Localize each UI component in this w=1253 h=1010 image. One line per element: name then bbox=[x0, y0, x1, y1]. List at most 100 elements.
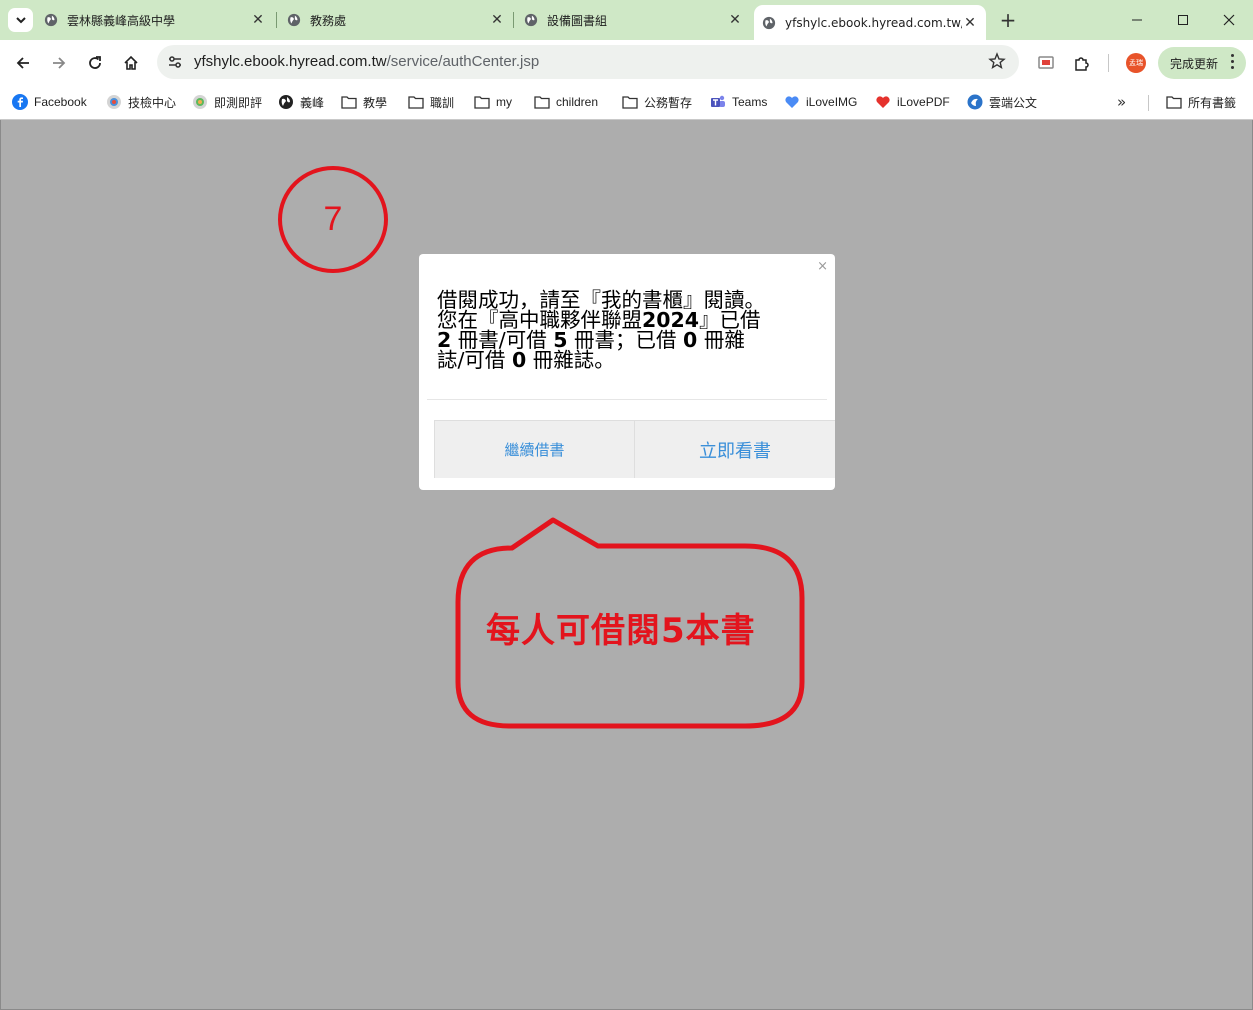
url-path: /service/authCenter.jsp bbox=[386, 53, 540, 70]
tab-search-button[interactable] bbox=[8, 8, 33, 32]
home-icon bbox=[124, 55, 138, 70]
tab-label: 教務處 bbox=[310, 13, 347, 28]
more-menu-icon[interactable] bbox=[1230, 54, 1234, 69]
home-button[interactable] bbox=[119, 51, 143, 75]
tab-strip: 雲林縣義峰高級中學 ✕ 教務處 ✕ 設備圖書組 ✕ yfshylc.ebook.… bbox=[0, 0, 1253, 40]
dialog-close-button[interactable]: × bbox=[817, 259, 828, 274]
step-number-annotation: 7 bbox=[278, 166, 388, 273]
tab-hyread-active[interactable]: yfshylc.ebook.hyread.com.tw/ ✕ bbox=[754, 5, 986, 40]
facebook-icon bbox=[12, 94, 28, 110]
tab-library-section[interactable]: 設備圖書組 ✕ bbox=[524, 6, 743, 34]
tab-divider bbox=[513, 12, 514, 28]
folder-icon bbox=[474, 94, 490, 110]
arrow-left-icon bbox=[16, 57, 29, 69]
bookmarks-overflow-button[interactable]: » bbox=[1117, 93, 1126, 111]
bookmark-all-bookmarks[interactable]: 所有書籤 bbox=[1166, 93, 1236, 111]
close-icon[interactable]: ✕ bbox=[727, 12, 743, 28]
site-icon bbox=[967, 94, 983, 110]
bubble-annotation-text: 每人可借閱5本書 bbox=[486, 611, 756, 651]
bookmark-folder-teaching[interactable]: 教學 bbox=[341, 93, 387, 111]
tab-label: 設備圖書組 bbox=[547, 13, 608, 28]
magazines-text2: 誌/可借 bbox=[437, 348, 512, 372]
close-icon[interactable]: ✕ bbox=[250, 12, 266, 28]
heart-icon bbox=[875, 94, 891, 110]
cast-icon[interactable] bbox=[1035, 52, 1057, 74]
bookmark-folder-official-temp[interactable]: 公務暫存 bbox=[622, 93, 692, 111]
bookmark-label: Teams bbox=[732, 95, 768, 109]
url-host: yfshylc.ebook.hyread.com.tw bbox=[194, 53, 387, 70]
bookmark-label: 即測即評 bbox=[214, 95, 263, 110]
window-border bbox=[0, 0, 1253, 1010]
bookmarks-bar: Facebook 技檢中心 即測即評 義峰 教學 職訓 my children … bbox=[0, 86, 1253, 120]
bookmark-instant-test[interactable]: 即測即評 bbox=[192, 93, 262, 111]
close-window-button[interactable] bbox=[1206, 0, 1252, 40]
back-button[interactable] bbox=[11, 51, 35, 75]
magazines-text3: 冊雜誌。 bbox=[526, 348, 615, 372]
reload-button[interactable] bbox=[83, 51, 107, 75]
globe-icon bbox=[762, 16, 776, 29]
bookmark-iloveimg[interactable]: iLoveIMG bbox=[784, 93, 857, 111]
folder-icon bbox=[341, 94, 357, 110]
bookmark-teams[interactable]: Teams bbox=[710, 93, 767, 111]
dialog-message: 借閱成功，請至『我的書櫃』閱讀。 您在『高中職夥伴聯盟2024』已借 2 冊書/… bbox=[437, 290, 821, 372]
bookmark-folder-training[interactable]: 職訓 bbox=[408, 93, 454, 111]
close-icon bbox=[1223, 14, 1235, 26]
toolbar-divider bbox=[1108, 54, 1109, 72]
bookmark-label: 教學 bbox=[363, 95, 388, 110]
browser-toolbar: yfshylc.ebook.hyread.com.tw/service/auth… bbox=[0, 40, 1253, 86]
dialog-button-bar: 繼續借書 立即看書 bbox=[434, 420, 835, 478]
bookmark-cloud-docs[interactable]: 雲端公文 bbox=[967, 93, 1037, 111]
bookmark-label: 雲端公文 bbox=[989, 95, 1038, 110]
bookmarks-divider bbox=[1148, 95, 1149, 111]
bookmark-label: children bbox=[556, 95, 599, 109]
bookmark-label: 技檢中心 bbox=[128, 95, 177, 110]
bookmark-star-icon[interactable] bbox=[988, 52, 1006, 74]
folder-icon bbox=[1166, 94, 1182, 110]
close-icon[interactable]: ✕ bbox=[962, 15, 978, 31]
url-text[interactable]: yfshylc.ebook.hyread.com.tw/service/auth… bbox=[194, 53, 539, 70]
close-icon[interactable]: ✕ bbox=[489, 12, 505, 28]
continue-borrowing-button[interactable]: 繼續借書 bbox=[435, 421, 635, 478]
tab-yifeng-school[interactable]: 雲林縣義峰高級中學 ✕ bbox=[44, 6, 266, 34]
folder-icon bbox=[534, 94, 550, 110]
bookmark-label: 所有書籤 bbox=[1188, 95, 1237, 110]
bookmark-folder-children[interactable]: children bbox=[534, 93, 598, 111]
tab-divider bbox=[276, 12, 277, 28]
bookmark-label: my bbox=[496, 95, 512, 109]
new-tab-button[interactable]: + bbox=[997, 8, 1019, 32]
globe-icon bbox=[287, 13, 301, 27]
tab-label: 雲林縣義峰高級中學 bbox=[67, 13, 176, 28]
profile-avatar[interactable]: 孟瑞 bbox=[1126, 53, 1146, 73]
bookmark-ilovepdf[interactable]: iLovePDF bbox=[875, 93, 950, 111]
magazines-borrowed-count: 0 bbox=[683, 328, 698, 352]
update-button[interactable]: 完成更新 bbox=[1158, 47, 1246, 79]
heart-icon bbox=[784, 94, 800, 110]
reload-icon bbox=[89, 56, 101, 69]
borrow-success-dialog: × 借閱成功，請至『我的書櫃』閱讀。 您在『高中職夥伴聯盟2024』已借 2 冊… bbox=[419, 254, 835, 490]
site-settings-icon[interactable] bbox=[164, 51, 186, 73]
bookmark-folder-my[interactable]: my bbox=[474, 93, 512, 111]
minimize-button[interactable] bbox=[1114, 0, 1160, 40]
magazines-limit-count: 0 bbox=[511, 348, 527, 372]
bookmark-facebook[interactable]: Facebook bbox=[12, 93, 87, 111]
globe-icon bbox=[44, 13, 58, 27]
globe-icon bbox=[278, 94, 294, 110]
extensions-puzzle-icon[interactable] bbox=[1071, 52, 1093, 74]
update-button-label: 完成更新 bbox=[1170, 56, 1219, 71]
magazines-text1: 冊雜 bbox=[697, 328, 745, 352]
maximize-button[interactable] bbox=[1160, 0, 1206, 40]
bookmark-label: 公務暫存 bbox=[644, 95, 693, 110]
bookmark-skill-center[interactable]: 技檢中心 bbox=[106, 93, 176, 111]
minimize-icon bbox=[1132, 19, 1142, 21]
site-icon bbox=[192, 94, 208, 110]
read-now-button[interactable]: 立即看書 bbox=[635, 421, 835, 478]
bookmark-yifeng[interactable]: 義峰 bbox=[278, 93, 324, 111]
bookmark-label: iLoveIMG bbox=[806, 95, 858, 109]
bookmark-label: Facebook bbox=[34, 95, 87, 109]
folder-icon bbox=[408, 94, 424, 110]
address-bar[interactable]: yfshylc.ebook.hyread.com.tw/service/auth… bbox=[157, 45, 1019, 79]
forward-button[interactable] bbox=[47, 51, 71, 75]
bookmark-label: iLovePDF bbox=[897, 95, 950, 109]
tab-academic-affairs[interactable]: 教務處 ✕ bbox=[287, 6, 505, 34]
dialog-divider bbox=[427, 399, 827, 400]
